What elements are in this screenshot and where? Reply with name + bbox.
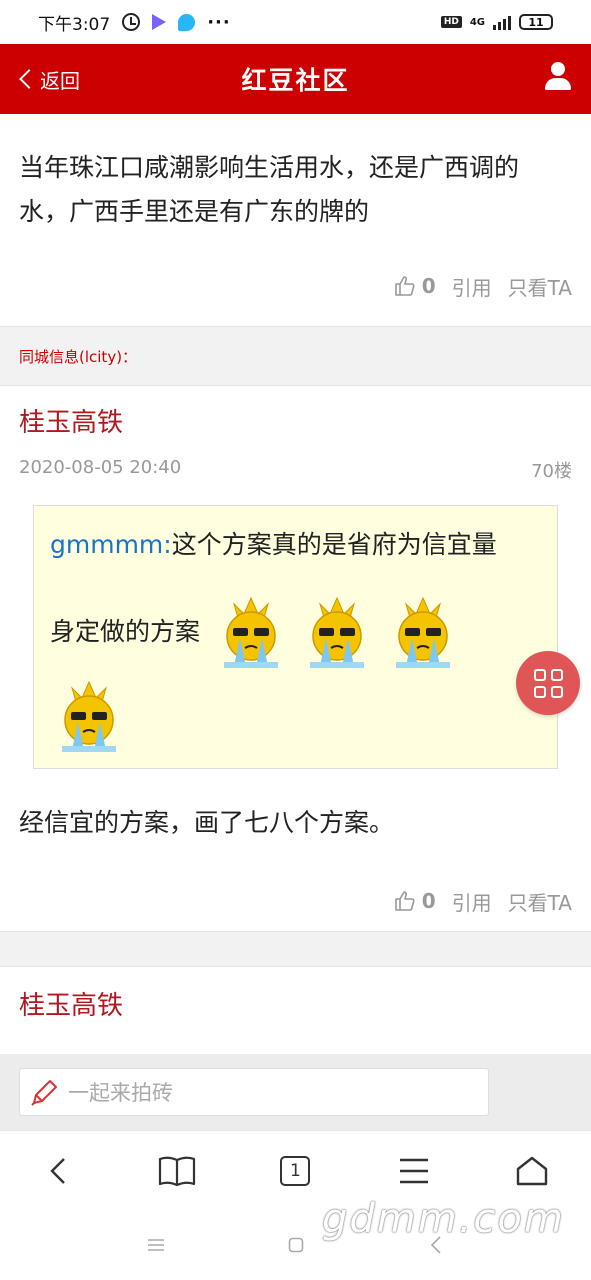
crying-emoji-icon: [62, 680, 116, 752]
like-count: 0: [421, 889, 436, 913]
thumbs-up-icon: [394, 275, 416, 297]
signal-icon: [493, 14, 511, 30]
crying-emoji-icon: [223, 596, 278, 668]
tabs-button[interactable]: 1: [265, 1141, 325, 1201]
section-band: [0, 931, 591, 967]
like-button[interactable]: 0: [394, 274, 436, 298]
system-nav-bar: [0, 1210, 591, 1280]
author-name[interactable]: 桂玉高铁: [0, 985, 591, 1022]
quote-button[interactable]: 引用: [452, 272, 492, 301]
like-button[interactable]: 0: [394, 889, 436, 913]
post: 桂玉高铁 2020-08-05 20:40 70楼 gmmmm:这个方案真的是省…: [0, 386, 591, 919]
only-ta-button[interactable]: 只看TA: [508, 887, 572, 916]
home-nav-button[interactable]: [276, 1225, 316, 1265]
post-text: 当年珠江口咸潮影响生活用水，还是广西调的 水，广西手里还是有广东的牌的: [0, 146, 591, 234]
status-bar: 下午3:07 ··· HD 4G 11: [0, 0, 591, 44]
post-text: 经信宜的方案，画了七八个方案。: [19, 808, 395, 837]
crying-emoji-icon: [395, 596, 450, 668]
book-icon: [159, 1156, 196, 1186]
video-app-icon: [152, 14, 167, 30]
back-label: 返回: [40, 68, 80, 93]
network-type: 4G: [469, 16, 485, 28]
home-button[interactable]: [502, 1141, 562, 1201]
post-meta: 2020-08-05 20:40 70楼: [0, 457, 591, 483]
post-date: 2020-08-05 20:40: [19, 457, 182, 478]
post-text-line: 当年珠江口咸潮影响生活用水，还是广西调的: [19, 153, 520, 182]
chevron-left-icon: [50, 1157, 65, 1184]
chevron-left-icon: [19, 69, 39, 89]
quote-line: 身定做的方案: [50, 596, 541, 670]
thumbs-up-icon: [394, 890, 416, 912]
floating-menu-button[interactable]: [516, 651, 580, 715]
status-time: 下午3:07: [38, 14, 111, 35]
post: 桂玉高铁: [0, 967, 591, 1022]
post: 当年珠江口咸潮影响生活用水，还是广西调的 水，广西手里还是有广东的牌的 0 引用…: [0, 114, 591, 304]
back-triangle-icon: [430, 1236, 441, 1254]
app-header: 返回 红豆社区: [0, 44, 591, 114]
author-name[interactable]: 桂玉高铁: [0, 402, 591, 439]
quoted-username[interactable]: gmmmm:: [50, 530, 172, 559]
thread-content[interactable]: 当年珠江口咸潮影响生活用水，还是广西调的 水，广西手里还是有广东的牌的 0 引用…: [0, 114, 591, 1054]
app-notification-icon: [178, 13, 196, 31]
quote-line: gmmmm:这个方案真的是省府为信宜量: [50, 520, 541, 570]
quote-button[interactable]: 引用: [452, 887, 492, 916]
quote-text: 这个方案真的是省府为信宜量: [171, 530, 497, 559]
battery-icon: 11: [519, 14, 553, 30]
browser-toolbar: 1: [0, 1130, 591, 1210]
comment-bar: 一起来拍砖: [0, 1054, 591, 1130]
user-icon[interactable]: [545, 62, 571, 90]
pencil-icon: [31, 1080, 57, 1106]
like-count: 0: [421, 274, 436, 298]
section-label: 同城信息(lcity)：: [19, 347, 138, 366]
home-icon: [516, 1156, 548, 1185]
quote-text: 身定做的方案: [50, 617, 201, 646]
grid-icon: [533, 668, 563, 698]
comment-input[interactable]: 一起来拍砖: [19, 1068, 489, 1116]
post-actions: 0 引用 只看TA: [0, 883, 591, 919]
bookmarks-button[interactable]: [147, 1141, 207, 1201]
battery-level: 11: [528, 15, 544, 29]
only-ta-button[interactable]: 只看TA: [508, 272, 572, 301]
hd-icon: HD: [440, 16, 462, 28]
post-text-line: 水，广西手里还是有广东的牌的: [19, 197, 370, 226]
back-button[interactable]: 返回: [18, 44, 80, 114]
hamburger-menu-icon: [399, 1158, 428, 1183]
menu-lines-icon: [147, 1239, 164, 1251]
quote-block: gmmmm:这个方案真的是省府为信宜量 身定做的方案: [33, 505, 558, 769]
crying-emoji-icon: [309, 596, 364, 668]
browser-back-button[interactable]: [29, 1141, 89, 1201]
square-icon: [288, 1237, 303, 1253]
more-notifications-icon: ···: [207, 11, 231, 33]
post-actions: 0 引用 只看TA: [0, 268, 591, 304]
menu-button[interactable]: [384, 1141, 444, 1201]
comment-placeholder: 一起来拍砖: [68, 1081, 173, 1105]
recent-apps-button[interactable]: [136, 1225, 176, 1265]
section-band: 同城信息(lcity)：: [0, 326, 591, 386]
alarm-icon: [122, 13, 141, 31]
back-nav-button[interactable]: [416, 1225, 456, 1265]
tabs-count: 1: [290, 1160, 301, 1181]
floor-number: 70楼: [531, 461, 572, 482]
tabs-icon: 1: [280, 1155, 311, 1186]
quote-line: [50, 680, 541, 754]
page-title: 红豆社区: [241, 66, 350, 95]
